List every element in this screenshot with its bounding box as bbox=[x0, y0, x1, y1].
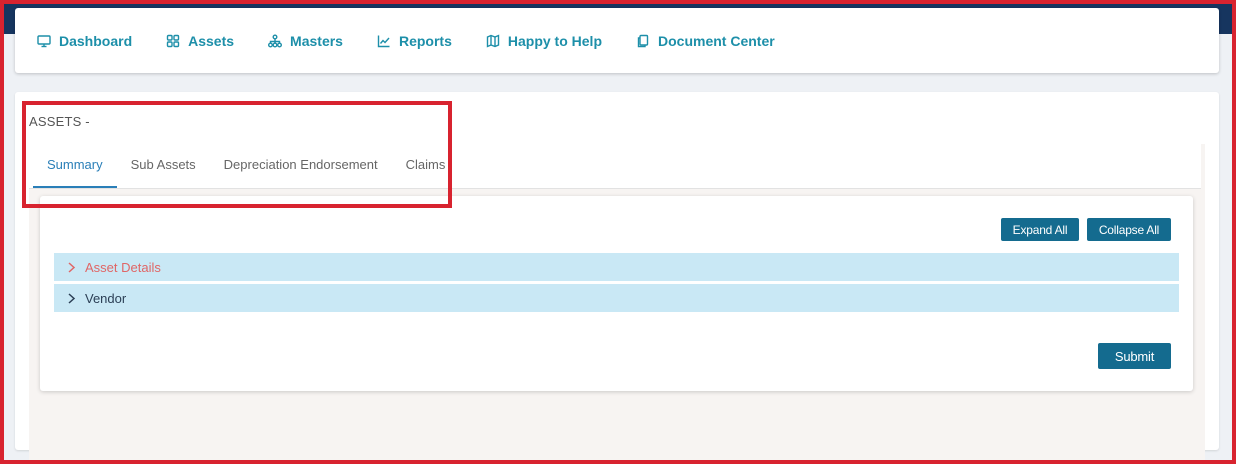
tab-depreciation-endorsement[interactable]: Depreciation Endorsement bbox=[210, 143, 392, 188]
tab-claims[interactable]: Claims bbox=[392, 143, 460, 188]
documents-icon bbox=[637, 34, 649, 47]
nav-item-happy-to-help[interactable]: Happy to Help bbox=[486, 33, 602, 49]
nav-item-label: Reports bbox=[398, 32, 452, 49]
accordion-label: Asset Details bbox=[85, 259, 161, 275]
monitor-icon bbox=[37, 34, 51, 47]
chevron-right-icon bbox=[68, 292, 76, 304]
hierarchy-icon bbox=[268, 34, 283, 47]
nav-item-assets[interactable]: Assets bbox=[166, 33, 234, 49]
nav-item-label: Dashboard bbox=[59, 32, 133, 49]
chart-line-icon bbox=[377, 35, 390, 47]
chevron-right-icon bbox=[68, 261, 76, 273]
nav-item-label: Happy to Help bbox=[507, 32, 602, 49]
nav-item-masters[interactable]: Masters bbox=[268, 33, 343, 49]
tab-summary[interactable]: Summary bbox=[33, 143, 117, 188]
summary-card: Expand All Collapse All Asset Details Ve… bbox=[40, 196, 1193, 391]
nav-item-dashboard[interactable]: Dashboard bbox=[37, 33, 132, 49]
page-title: ASSETS - bbox=[29, 114, 90, 129]
main-navigation: Dashboard Assets Masters Reports Happy t… bbox=[15, 8, 1219, 73]
expand-all-button[interactable]: Expand All bbox=[1001, 218, 1079, 241]
submit-button[interactable]: Submit bbox=[1098, 343, 1171, 369]
nav-item-label: Masters bbox=[290, 32, 343, 49]
accordion-vendor[interactable]: Vendor bbox=[54, 284, 1179, 312]
nav-item-label: Assets bbox=[188, 32, 235, 49]
accordion-asset-details[interactable]: Asset Details bbox=[54, 253, 1179, 281]
tab-bar: Summary Sub Assets Depreciation Endorsem… bbox=[29, 144, 1201, 189]
map-icon bbox=[486, 33, 500, 48]
nav-item-reports[interactable]: Reports bbox=[377, 33, 452, 49]
tab-sub-assets[interactable]: Sub Assets bbox=[117, 143, 210, 188]
nav-item-document-center[interactable]: Document Center bbox=[636, 33, 775, 49]
collapse-all-button[interactable]: Collapse All bbox=[1087, 218, 1171, 241]
grid-icon bbox=[166, 34, 180, 47]
accordion-label: Vendor bbox=[85, 290, 127, 306]
nav-item-label: Document Center bbox=[658, 32, 775, 49]
